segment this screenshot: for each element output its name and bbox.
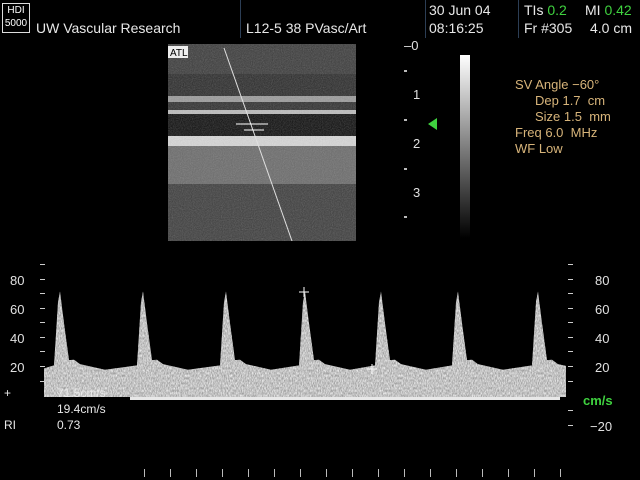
institution-label: UW Vascular Research — [36, 20, 181, 36]
edv-measurement: 19.4cm/s — [57, 402, 106, 416]
depth-readout: 4.0 cm — [590, 20, 633, 36]
time-label: 08:16:25 — [429, 20, 484, 36]
ri-value: 0.73 — [57, 418, 81, 432]
frame-number: Fr #305 — [524, 20, 573, 36]
time-scale-ticks — [144, 469, 561, 477]
header-divider — [240, 0, 241, 38]
date-label: 30 Jun 04 — [429, 2, 491, 18]
caliper-cross-icon: + — [4, 386, 12, 400]
sv-angle: SV Angle −60° — [515, 77, 600, 92]
depth-tick-marks — [404, 70, 407, 218]
header-divider — [425, 0, 426, 38]
bmode-image-art: ATL — [168, 44, 356, 241]
sv-size: Size 1.5 mm — [535, 109, 611, 124]
grayscale-bar — [460, 55, 470, 238]
wall-filter: WF Low — [515, 141, 563, 156]
doppler-freq: Freq 6.0 MHz — [515, 125, 598, 140]
header-divider — [518, 0, 519, 38]
psv-measurement: 71.5cm/s — [57, 386, 106, 400]
doppler-baseline — [130, 397, 560, 400]
bmode-image[interactable]: ATL — [168, 44, 356, 241]
ti-value: 0.2 — [547, 2, 567, 18]
transducer-label: L12-5 38 PVasc/Art — [246, 20, 367, 36]
atl-tag: ATL — [170, 48, 188, 59]
mi-label: MI — [585, 2, 601, 18]
mi-readout: MI 0.42 — [585, 2, 632, 18]
hdi-logo: HDI 5000 — [2, 3, 30, 33]
ti-readout: TIs 0.2 — [524, 2, 567, 18]
header-bar: HDI 5000 UW Vascular Research L12-5 38 P… — [0, 0, 640, 38]
spectral-waveform — [40, 264, 573, 426]
logo-top: HDI — [7, 5, 25, 16]
sv-depth: Dep 1.7 cm — [535, 93, 606, 108]
depth-scale: –0 1 2 3 — [396, 38, 426, 238]
logo-bottom: 5000 — [4, 18, 28, 29]
ri-label: RI — [4, 418, 16, 432]
ti-label: TIs — [524, 2, 544, 18]
focal-zone-marker[interactable] — [428, 118, 438, 130]
spectral-doppler-panel[interactable]: 80 60 40 20 80 60 40 20 cm/s −20 + 71.5c… — [0, 255, 640, 465]
mi-value: 0.42 — [604, 2, 632, 18]
